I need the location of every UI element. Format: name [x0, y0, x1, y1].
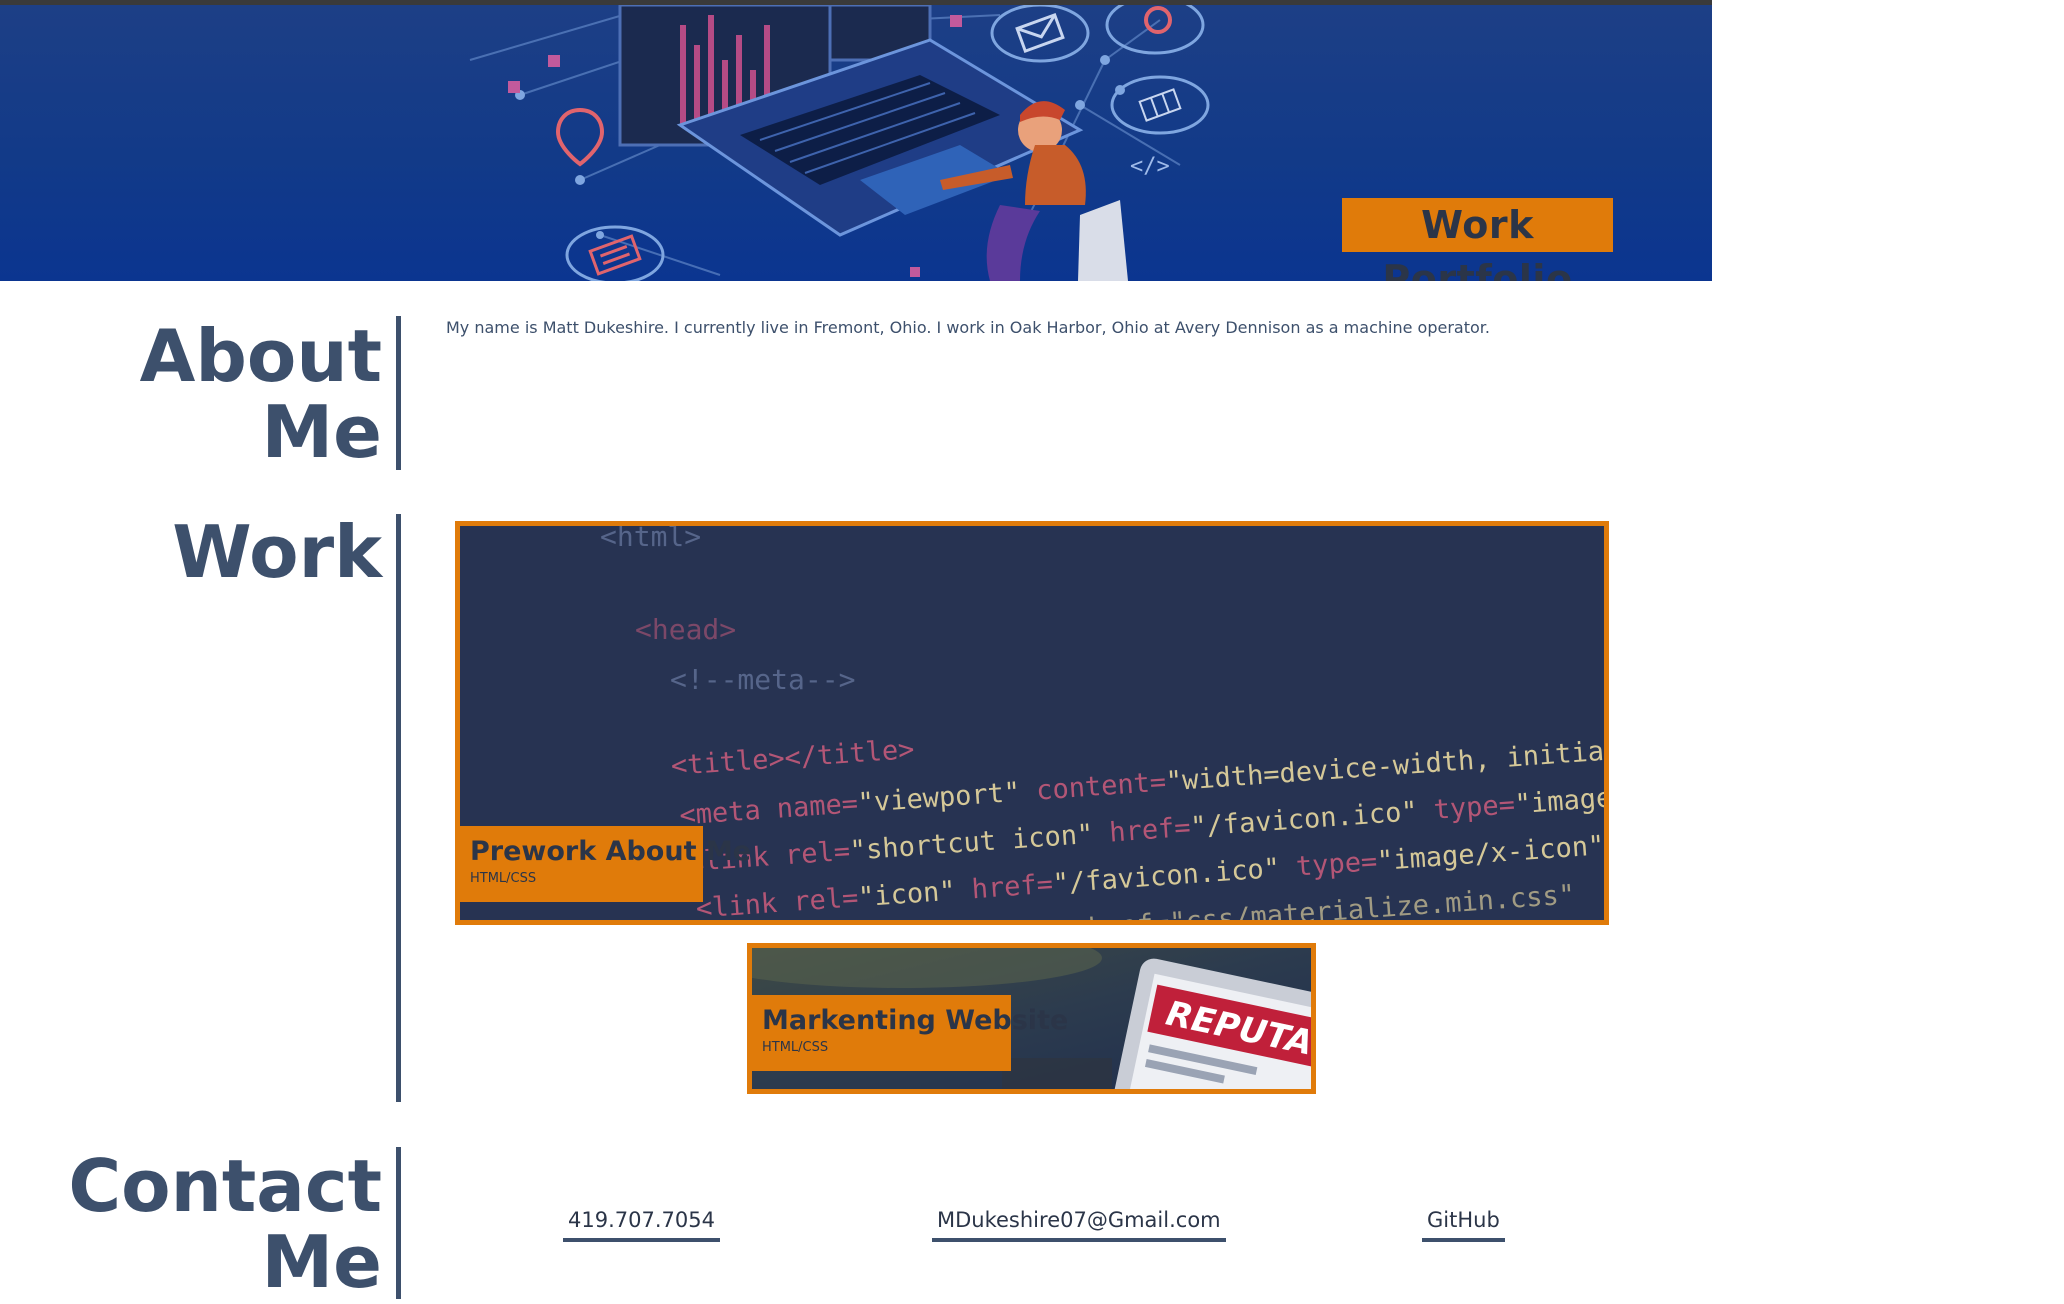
project-tech: HTML/CSS	[762, 1040, 829, 1055]
map-pin-icon	[555, 107, 605, 167]
work-divider	[396, 514, 401, 1102]
about-heading-line2: Me	[261, 390, 382, 474]
contact-heading-line2: Me	[261, 1220, 382, 1304]
svg-text:<!--meta-->: <!--meta-->	[670, 663, 855, 696]
email-link[interactable]: MDukeshire07@Gmail.com	[932, 1204, 1226, 1242]
envelope-icon	[990, 5, 1090, 63]
page-title: Work Portfolio	[1342, 198, 1613, 281]
about-heading: About Me	[140, 318, 382, 470]
github-link[interactable]: GitHub	[1422, 1204, 1505, 1242]
contact-heading: Contact Me	[68, 1148, 382, 1300]
project-card-marketing[interactable]: REPUTA Markenting Website HTML/CSS	[747, 943, 1316, 1094]
work-heading: Work	[172, 510, 382, 594]
phone-link[interactable]: 419.707.7054	[563, 1204, 720, 1242]
project-tech: HTML/CSS	[470, 871, 537, 886]
about-divider	[396, 316, 401, 470]
project-title: Prework About Me	[470, 836, 752, 867]
contact-divider	[396, 1147, 401, 1299]
about-heading-line1: About	[139, 314, 382, 398]
contact-heading-line1: Contact	[68, 1144, 382, 1228]
project-label: Markenting Website HTML/CSS	[752, 995, 1069, 1071]
svg-text:<head>: <head>	[635, 613, 736, 646]
svg-text:</>: </>	[1130, 154, 1170, 179]
svg-text:<html>: <html>	[600, 526, 701, 553]
about-text: My name is Matt Dukeshire. I currently l…	[446, 318, 1490, 337]
project-label: Prework About Me HTML/CSS	[460, 826, 752, 902]
project-title: Markenting Website	[762, 1005, 1069, 1036]
hero-banner: </> Work Portfolio	[0, 5, 1712, 281]
project-card-prework[interactable]: <html> <head> <!--meta--> <title></title…	[455, 521, 1609, 925]
